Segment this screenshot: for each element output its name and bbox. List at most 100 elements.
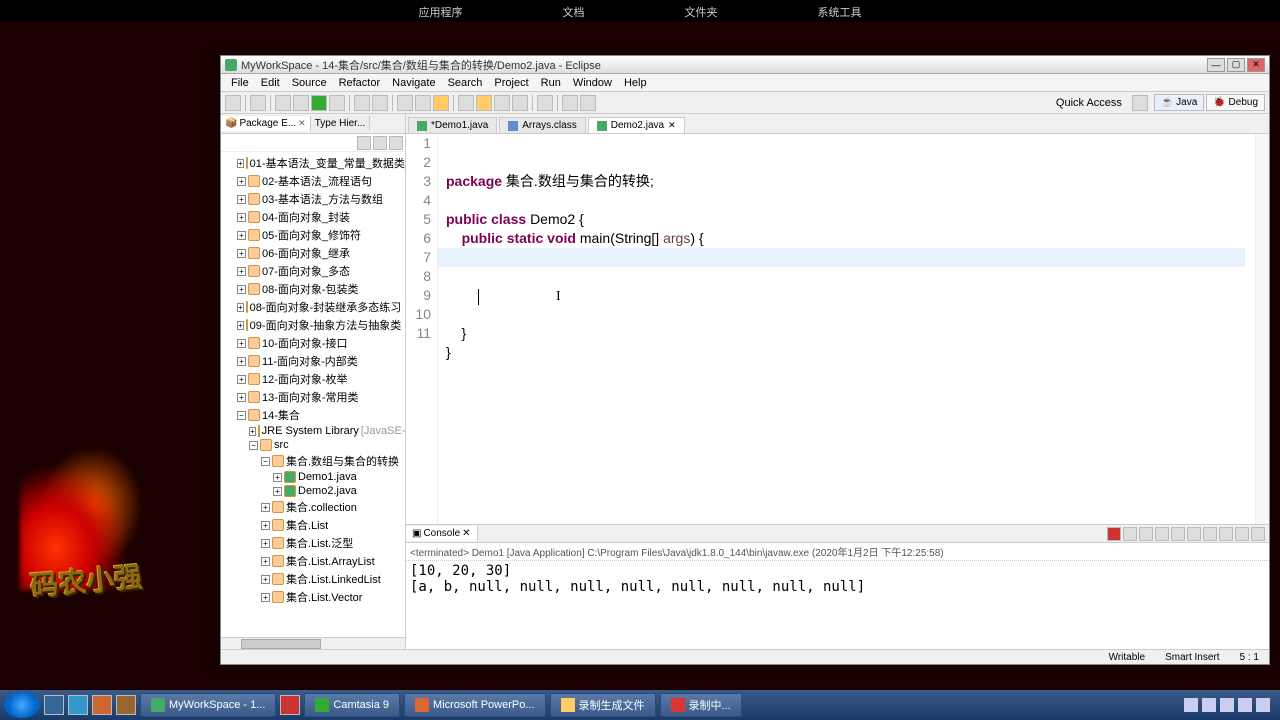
- remove-launch-icon[interactable]: [1123, 527, 1137, 541]
- expand-icon[interactable]: +: [237, 231, 246, 240]
- tree-item[interactable]: +集合.List.Vector: [223, 588, 403, 606]
- link-editor-icon[interactable]: [373, 136, 387, 150]
- expand-icon[interactable]: −: [261, 457, 270, 466]
- quick-access[interactable]: Quick Access: [1052, 95, 1126, 111]
- tree-item[interactable]: +Demo2.java: [223, 484, 403, 498]
- expand-icon[interactable]: +: [237, 285, 246, 294]
- expand-icon[interactable]: +: [249, 427, 256, 436]
- tree-item[interactable]: +12-面向对象-枚举: [223, 370, 403, 388]
- minimize-button[interactable]: —: [1207, 58, 1225, 72]
- minimize-view-icon[interactable]: [1235, 527, 1249, 541]
- taskbar-pin-icon[interactable]: [44, 695, 64, 715]
- close-icon[interactable]: ✕: [462, 528, 470, 539]
- editor-tab-demo2[interactable]: Demo2.java ✕: [588, 117, 685, 133]
- expand-icon[interactable]: +: [237, 393, 246, 402]
- task-icon[interactable]: [433, 95, 449, 111]
- expand-icon[interactable]: +: [237, 267, 246, 276]
- taskbar-app-eclipse[interactable]: MyWorkSpace - 1...: [140, 693, 276, 717]
- tree-item[interactable]: +07-面向对象_多态: [223, 262, 403, 280]
- toggle-breadcrumb-icon[interactable]: [458, 95, 474, 111]
- tree-item[interactable]: +10-面向对象-接口: [223, 334, 403, 352]
- show-whitespace-icon[interactable]: [512, 95, 528, 111]
- expand-icon[interactable]: −: [249, 441, 258, 450]
- tree-item[interactable]: −14-集合: [223, 406, 403, 424]
- close-icon[interactable]: ✕: [298, 118, 306, 129]
- taskbar-app-recording[interactable]: 录制中...: [660, 693, 742, 717]
- tree-item[interactable]: +11-面向对象-内部类: [223, 352, 403, 370]
- expand-icon[interactable]: +: [237, 357, 246, 366]
- package-explorer-tab[interactable]: 📦 Package E... ✕: [221, 116, 311, 131]
- expand-icon[interactable]: +: [261, 539, 270, 548]
- tray-icon[interactable]: [1220, 698, 1234, 712]
- pin-console-icon[interactable]: [1187, 527, 1201, 541]
- block-selection-icon[interactable]: [494, 95, 510, 111]
- expand-icon[interactable]: +: [273, 487, 282, 496]
- build-icon[interactable]: [275, 95, 291, 111]
- tree-item[interactable]: +集合.List.LinkedList: [223, 570, 403, 588]
- top-tab[interactable]: 应用程序: [419, 4, 463, 22]
- tree-item[interactable]: +06-面向对象_继承: [223, 244, 403, 262]
- tree-item[interactable]: +03-基本语法_方法与数组: [223, 190, 403, 208]
- expand-icon[interactable]: +: [261, 557, 270, 566]
- perspective-java[interactable]: ☕ Java: [1154, 94, 1204, 111]
- tree-item[interactable]: +JRE System Library [JavaSE-1.8]: [223, 424, 403, 438]
- start-button[interactable]: [4, 692, 40, 718]
- tree-item[interactable]: +集合.collection: [223, 498, 403, 516]
- horizontal-scrollbar[interactable]: [221, 637, 405, 649]
- annotation-nav-icon[interactable]: [537, 95, 553, 111]
- top-tab[interactable]: 系统工具: [818, 4, 862, 22]
- tree-item[interactable]: +09-面向对象-抽象方法与抽象类: [223, 316, 403, 334]
- expand-icon[interactable]: +: [237, 321, 244, 330]
- perspective-debug[interactable]: 🐞 Debug: [1206, 94, 1265, 111]
- close-icon[interactable]: ✕: [668, 120, 676, 131]
- menu-edit[interactable]: Edit: [255, 77, 286, 89]
- taskbar-app-camtasia[interactable]: Camtasia 9: [304, 693, 400, 717]
- menu-source[interactable]: Source: [286, 77, 333, 89]
- display-selected-icon[interactable]: [1203, 527, 1217, 541]
- coverage-icon[interactable]: [329, 95, 345, 111]
- code-area[interactable]: package 集合.数组与集合的转换; public class Demo2 …: [438, 134, 1255, 524]
- tree-item[interactable]: −src: [223, 438, 403, 452]
- taskbar-app-recording-files[interactable]: 录制生成文件: [550, 693, 656, 717]
- tree-item[interactable]: +01-基本语法_变量_常量_数据类型_运算: [223, 154, 403, 172]
- package-tree[interactable]: +01-基本语法_变量_常量_数据类型_运算+02-基本语法_流程语句+03-基…: [221, 152, 405, 637]
- taskbar-pin-icon[interactable]: [280, 695, 300, 715]
- menu-project[interactable]: Project: [488, 77, 534, 89]
- taskbar-pin-icon[interactable]: [116, 695, 136, 715]
- new-package-icon[interactable]: [372, 95, 388, 111]
- tree-item[interactable]: +Demo1.java: [223, 470, 403, 484]
- top-tab[interactable]: 文档: [563, 4, 585, 22]
- console-tab[interactable]: ▣ Console ✕: [406, 526, 478, 541]
- clear-console-icon[interactable]: [1155, 527, 1169, 541]
- new-class-icon[interactable]: [354, 95, 370, 111]
- code-editor[interactable]: 1234567891011 package 集合.数组与集合的转换; publi…: [406, 134, 1269, 524]
- expand-icon[interactable]: +: [261, 521, 270, 530]
- menu-refactor[interactable]: Refactor: [333, 77, 387, 89]
- expand-icon[interactable]: +: [261, 575, 270, 584]
- view-menu-icon[interactable]: [389, 136, 403, 150]
- tree-item[interactable]: +13-面向对象-常用类: [223, 388, 403, 406]
- menu-navigate[interactable]: Navigate: [386, 77, 441, 89]
- open-perspective-icon[interactable]: [1132, 95, 1148, 111]
- expand-icon[interactable]: +: [237, 213, 246, 222]
- open-type-icon[interactable]: [397, 95, 413, 111]
- open-console-icon[interactable]: [1219, 527, 1233, 541]
- expand-icon[interactable]: +: [237, 159, 244, 168]
- expand-icon[interactable]: −: [237, 411, 246, 420]
- tree-item[interactable]: +05-面向对象_修饰符: [223, 226, 403, 244]
- expand-icon[interactable]: +: [237, 177, 246, 186]
- terminate-icon[interactable]: [1107, 527, 1121, 541]
- top-tab[interactable]: 文件夹: [685, 4, 718, 22]
- expand-icon[interactable]: +: [261, 593, 270, 602]
- tray-icon[interactable]: [1256, 698, 1270, 712]
- maximize-button[interactable]: ▢: [1227, 58, 1245, 72]
- tree-item[interactable]: +02-基本语法_流程语句: [223, 172, 403, 190]
- tree-item[interactable]: +08-面向对象-包装类: [223, 280, 403, 298]
- expand-icon[interactable]: +: [237, 339, 246, 348]
- console-output[interactable]: [10, 20, 30] [a, b, null, null, null, nu…: [406, 561, 1269, 649]
- taskbar-pin-icon[interactable]: [68, 695, 88, 715]
- search-icon[interactable]: [415, 95, 431, 111]
- taskbar-pin-icon[interactable]: [92, 695, 112, 715]
- window-title-bar[interactable]: MyWorkSpace - 14-集合/src/集合/数组与集合的转换/Demo…: [221, 56, 1269, 74]
- maximize-view-icon[interactable]: [1251, 527, 1265, 541]
